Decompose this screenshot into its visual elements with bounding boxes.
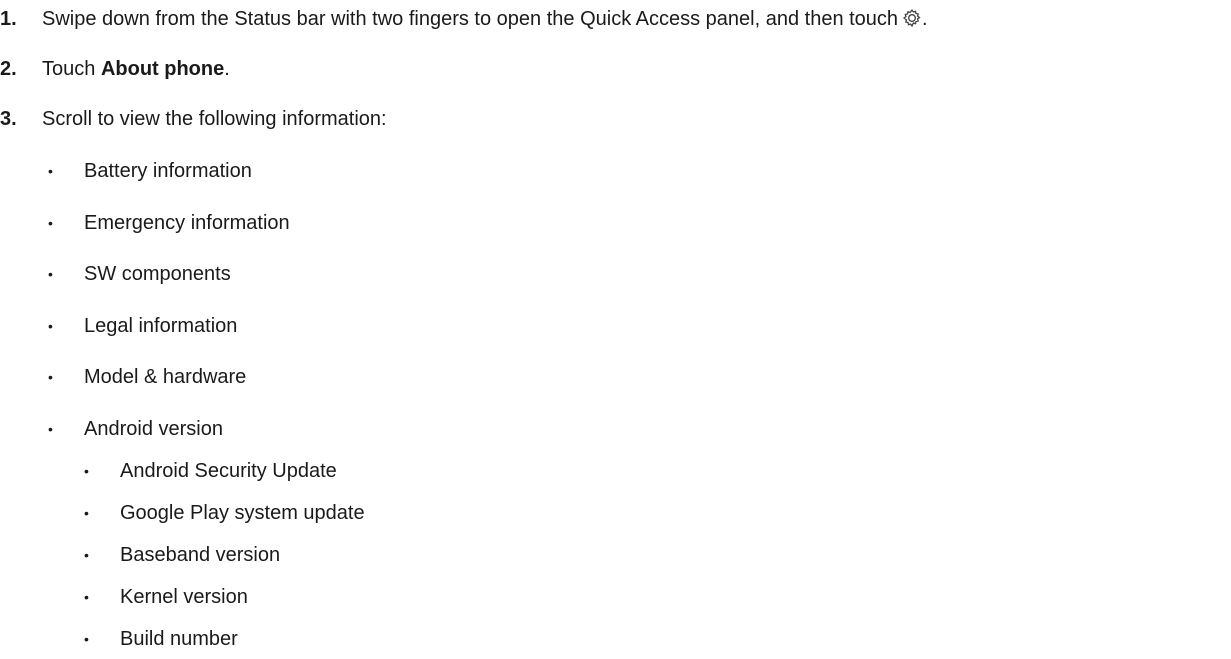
bullet-icon: • xyxy=(48,215,53,231)
step-number: 1. xyxy=(0,8,17,30)
bullet-icon: • xyxy=(48,318,53,334)
list-item-text: Android version xyxy=(84,418,223,440)
step-1: 1. Swipe down from the Status bar with tw… xyxy=(0,6,928,32)
step-prefix: Touch xyxy=(42,58,101,80)
sub-list-item-text: Baseband version xyxy=(120,544,281,566)
list-item-text: Battery information xyxy=(84,160,252,182)
about-phone-label: About phone xyxy=(100,58,225,80)
step-number: 3. xyxy=(0,108,17,130)
bullet-icon: • xyxy=(48,421,53,437)
sub-list-item-text: Build number xyxy=(120,628,238,650)
instruction-document: 1. Swipe down from the Status bar with tw… xyxy=(0,0,1231,659)
step-text: Swipe down from the Status bar with two … xyxy=(42,8,899,30)
step-2: 2. Touch About phone. xyxy=(0,56,230,82)
bullet-icon: • xyxy=(48,266,53,282)
settings-gear-icon xyxy=(903,8,921,28)
step-suffix: . xyxy=(224,58,230,80)
list-item-text: Model & hardware xyxy=(84,366,247,388)
sub-list-item-text: Android Security Update xyxy=(120,460,337,482)
bullet-icon: • xyxy=(84,631,89,647)
bullet-icon: • xyxy=(84,505,89,521)
bullet-icon: • xyxy=(84,463,89,479)
list-item-text: Legal information xyxy=(84,315,238,337)
step-text: Scroll to view the following information… xyxy=(42,108,387,130)
list-item-text: Emergency information xyxy=(84,212,290,234)
step-trailing: . xyxy=(922,8,928,30)
bullet-icon: • xyxy=(48,163,53,179)
bullet-icon: • xyxy=(48,369,53,385)
step-number: 2. xyxy=(0,58,17,80)
sub-list-item-text: Google Play system update xyxy=(120,502,365,524)
bullet-icon: • xyxy=(84,589,89,605)
step-3: 3. Scroll to view the following informati… xyxy=(0,106,387,132)
list-item-text: SW components xyxy=(84,263,231,285)
bullet-icon: • xyxy=(84,547,89,563)
sub-list-item-text: Kernel version xyxy=(120,586,248,608)
